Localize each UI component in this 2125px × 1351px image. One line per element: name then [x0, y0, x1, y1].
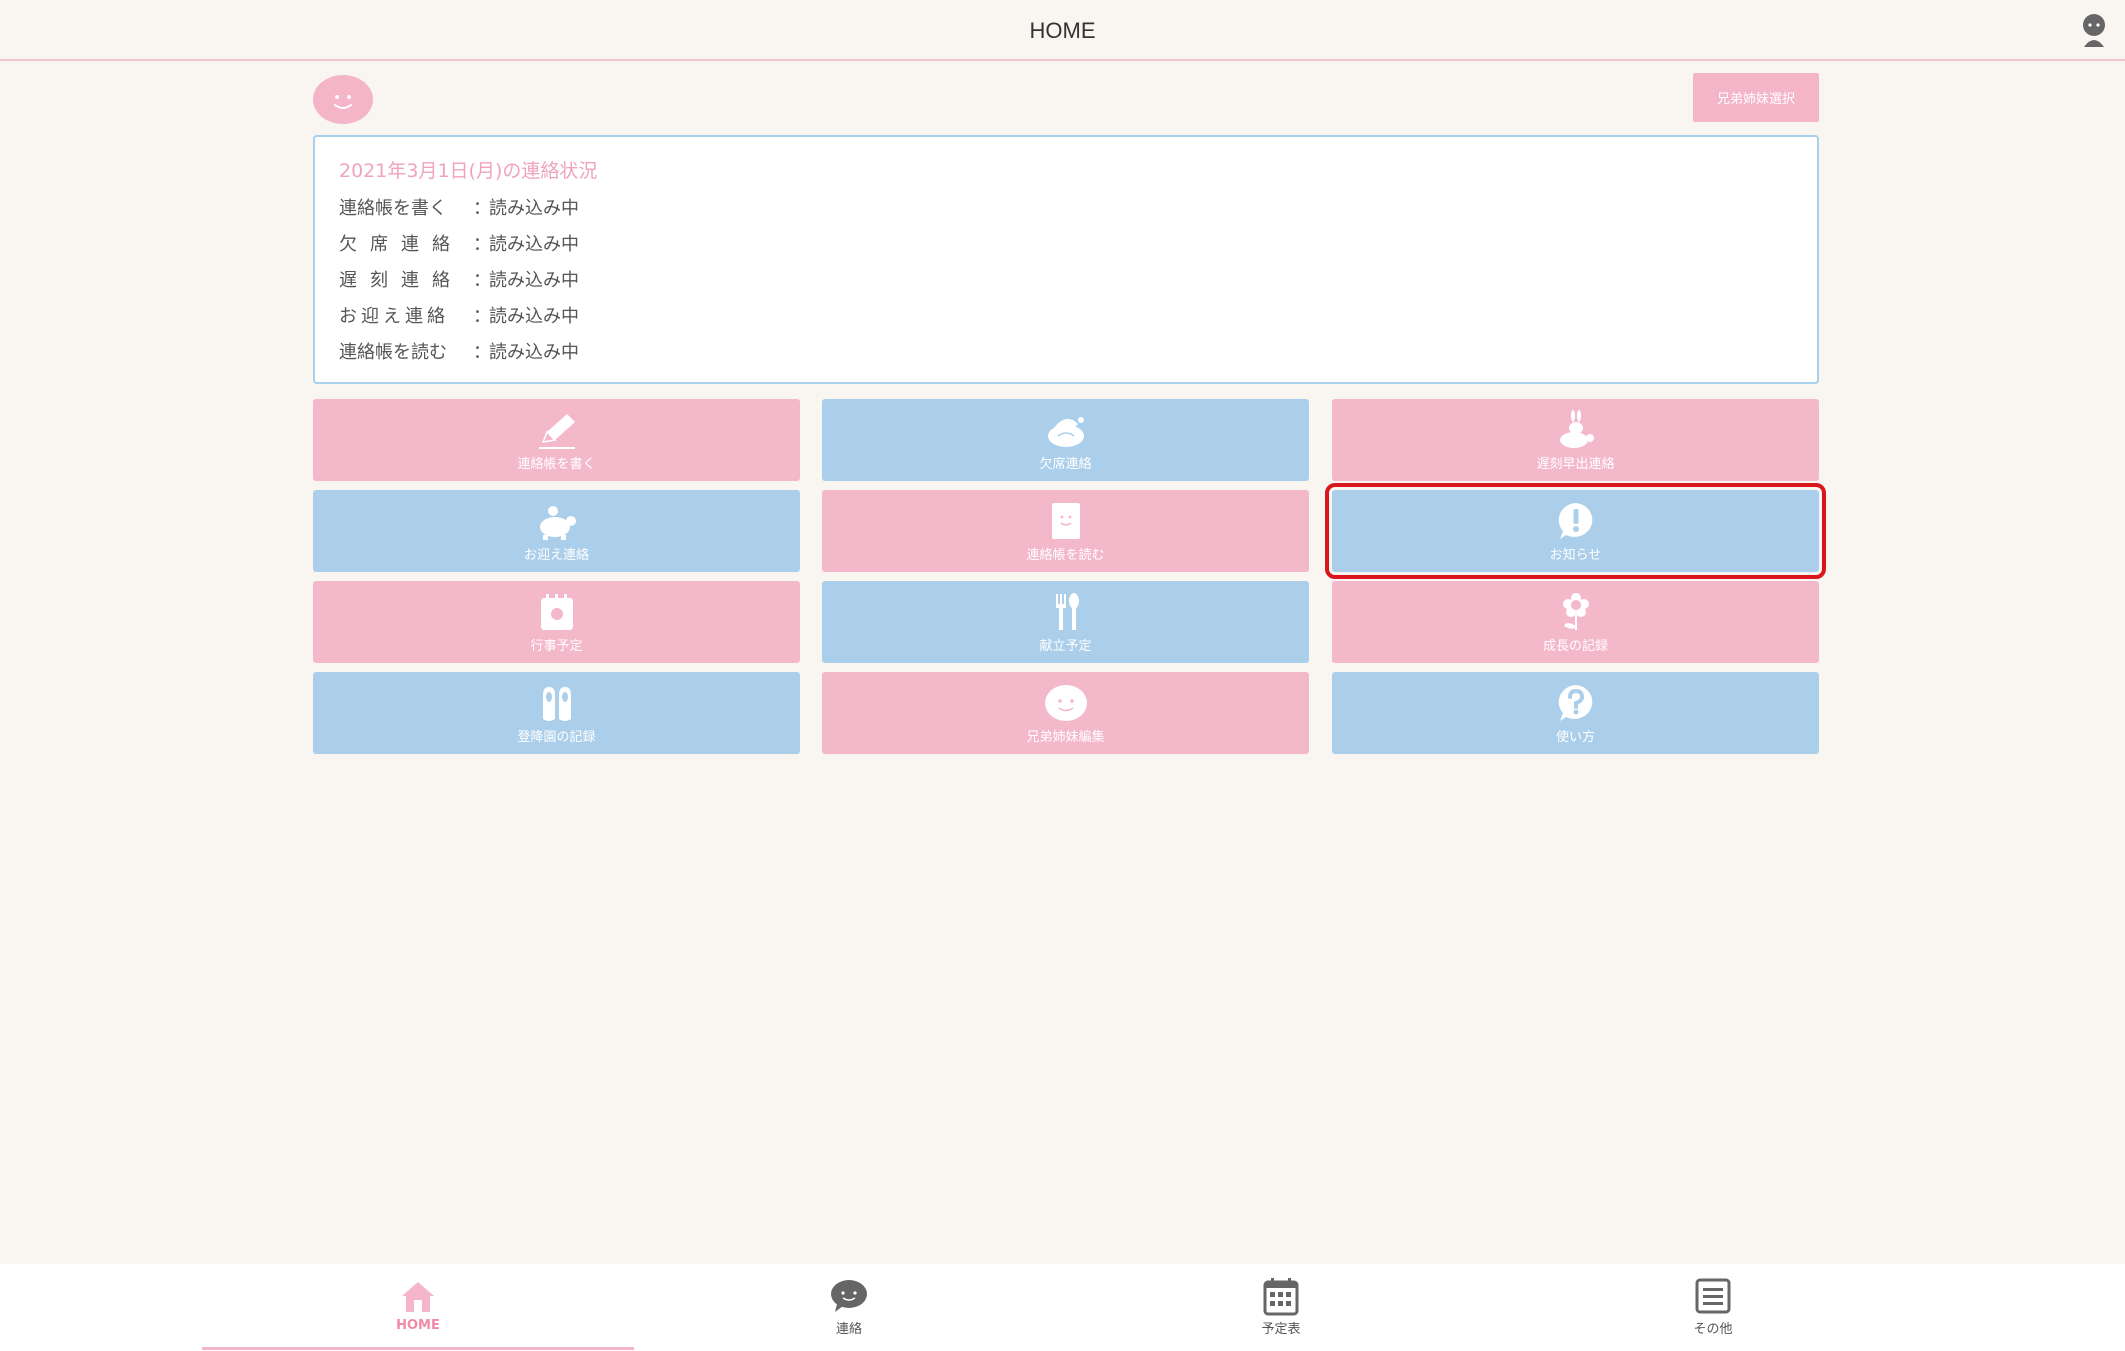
menu-how-to-use-button[interactable]: 使い方: [1332, 672, 1819, 754]
nav-label: 連絡: [835, 1322, 862, 1337]
status-row-late: 遅刻連絡 ：読み込み中: [339, 263, 1793, 299]
menu-attendance-record-button[interactable]: 登降園の記録: [313, 672, 800, 754]
status-value: 読み込み中: [489, 234, 579, 255]
status-value: 読み込み中: [489, 198, 579, 219]
status-separator: ：: [473, 198, 491, 219]
status-label: 欠席連絡: [339, 234, 463, 255]
menu-read-notebook-button[interactable]: 連絡帳を読む: [822, 490, 1309, 572]
menu-label: 献立予定: [1039, 639, 1092, 654]
status-label: 遅刻連絡: [339, 270, 463, 291]
turtle-icon: [534, 499, 580, 543]
calendar-icon: [534, 590, 580, 634]
contact-status-panel: 2021年3月1日(月)の連絡状況 連絡帳を書く ：読み込み中 欠席連絡 ：読み込み…: [313, 135, 1819, 384]
question-icon: [1553, 681, 1599, 725]
rabbit-turtle-icon: [1553, 408, 1599, 452]
status-value: 読み込み中: [489, 270, 579, 291]
sibling-select-button[interactable]: 兄弟姉妹選択: [1693, 73, 1819, 122]
chat-bubble-icon: [829, 1276, 869, 1316]
status-separator: ：: [473, 270, 491, 291]
status-separator: ：: [473, 234, 491, 255]
status-title: 2021年3月1日(月)の連絡状況: [339, 160, 598, 182]
menu-notice-button[interactable]: お知らせ: [1325, 483, 1826, 579]
pencil-icon: [534, 408, 580, 452]
menu-label: 欠席連絡: [1039, 457, 1092, 472]
nav-label: 予定表: [1261, 1322, 1301, 1337]
menu-label: 兄弟姉妹編集: [1026, 730, 1105, 745]
status-label: 連絡帳を書く: [339, 198, 447, 219]
menu-meal-plan-button[interactable]: 献立予定: [822, 581, 1309, 663]
menu-label: 遅刻早出連絡: [1536, 457, 1615, 472]
menu-label: 行事予定: [530, 639, 583, 654]
status-row-pickup: お迎え連絡 ：読み込み中: [339, 299, 1793, 335]
menu-events-button[interactable]: 行事予定: [313, 581, 800, 663]
home-icon: [398, 1276, 438, 1316]
menu-label: お知らせ: [1549, 548, 1602, 563]
shoes-icon: [534, 681, 580, 725]
status-value: 読み込み中: [489, 306, 579, 327]
nav-label: HOME: [396, 1318, 440, 1333]
bottom-navigation: HOME 連絡 予定表 その他: [0, 1264, 2125, 1351]
status-row-absence: 欠席連絡 ：読み込み中: [339, 227, 1793, 263]
menu-late-early-button[interactable]: 遅刻早出連絡: [1332, 399, 1819, 481]
fork-spoon-icon: [1043, 590, 1089, 634]
menu-label: 登降園の記録: [517, 730, 596, 745]
status-row-read-notebook: 連絡帳を読む ：読み込み中: [339, 335, 1793, 371]
menu-sibling-edit-button[interactable]: 兄弟姉妹編集: [822, 672, 1309, 754]
smile-face-icon: [1043, 681, 1089, 725]
status-row-write-notebook: 連絡帳を書く ：読み込み中: [339, 191, 1793, 227]
status-value: 読み込み中: [489, 342, 579, 363]
menu-list-icon: [1693, 1276, 1733, 1316]
status-label: 連絡帳を読む: [339, 342, 447, 363]
nav-home[interactable]: HOME: [202, 1264, 634, 1351]
user-profile-icon[interactable]: [2080, 13, 2108, 47]
app-header: HOME: [0, 0, 2125, 61]
status-separator: ：: [473, 342, 491, 363]
menu-label: 連絡帳を書く: [517, 457, 596, 472]
calendar-icon: [1261, 1276, 1301, 1316]
menu-write-notebook-button[interactable]: 連絡帳を書く: [313, 399, 800, 481]
status-label: お迎え連絡: [339, 306, 449, 327]
menu-absence-button[interactable]: 欠席連絡: [822, 399, 1309, 481]
nav-other[interactable]: その他: [1497, 1264, 1929, 1351]
menu-label: 成長の記録: [1542, 639, 1608, 654]
flower-icon: [1553, 590, 1599, 634]
status-separator: ：: [473, 306, 491, 327]
exclamation-icon: [1553, 499, 1599, 543]
menu-growth-record-button[interactable]: 成長の記録: [1332, 581, 1819, 663]
page-title: HOME: [1029, 18, 1096, 43]
menu-label: 連絡帳を読む: [1026, 548, 1105, 563]
nav-label: その他: [1693, 1322, 1733, 1337]
menu-label: お迎え連絡: [523, 548, 589, 563]
nav-schedule[interactable]: 予定表: [1065, 1264, 1497, 1351]
menu-pickup-button[interactable]: お迎え連絡: [313, 490, 800, 572]
active-tab-indicator: [202, 1347, 634, 1350]
sleeping-turtle-icon: [1043, 408, 1089, 452]
nav-contact[interactable]: 連絡: [633, 1264, 1065, 1351]
menu-label: 使い方: [1555, 730, 1595, 745]
notebook-icon: [1043, 499, 1089, 543]
child-avatar[interactable]: [313, 75, 373, 124]
